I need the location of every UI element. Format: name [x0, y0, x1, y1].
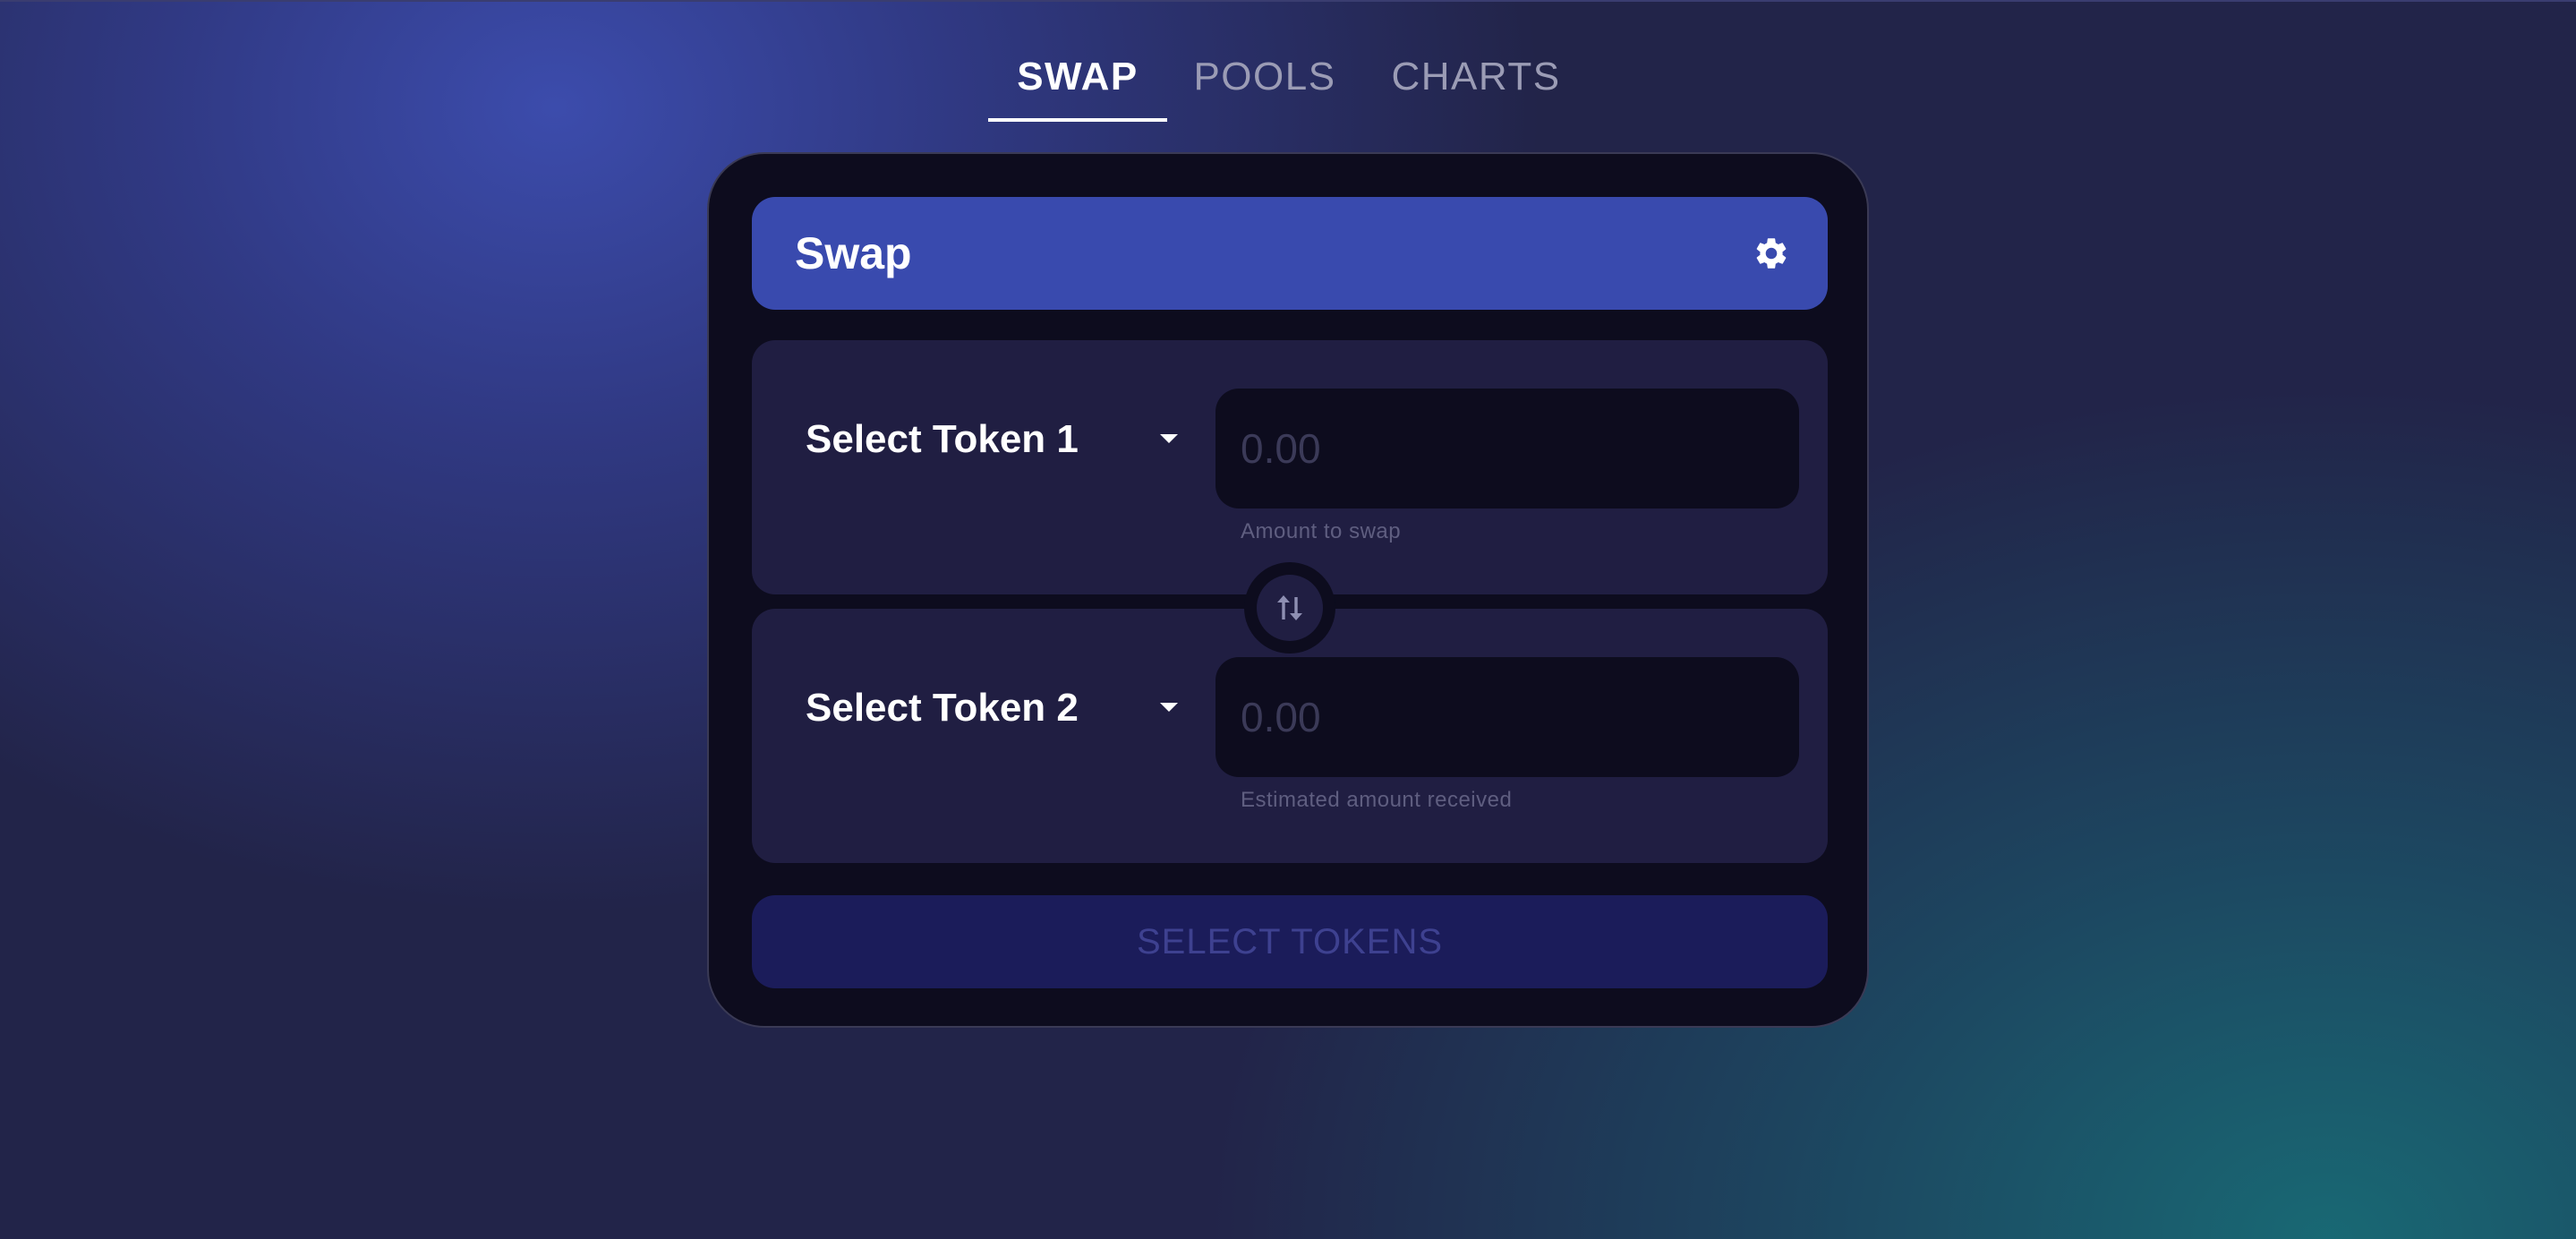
swap-card: Swap Select Token 1 Amount to swap Selec… [707, 152, 1869, 1028]
swap-card-title: Swap [795, 228, 912, 278]
token-2-label: Select Token 2 [806, 686, 1079, 730]
main-tabs: SWAP POOLS CHARTS [0, 45, 2576, 124]
swap-vertical-arrows-icon [1257, 575, 1323, 641]
tab-swap[interactable]: SWAP [988, 45, 1167, 122]
from-token-panel: Select Token 1 Amount to swap [752, 340, 1828, 594]
token-2-select[interactable]: Select Token 2 [806, 659, 1190, 757]
estimated-amount-helper: Estimated amount received [1241, 788, 1513, 812]
tab-pools[interactable]: POOLS [1181, 45, 1348, 122]
amount-to-swap-input[interactable] [1215, 389, 1799, 508]
amount-to-swap-helper: Amount to swap [1241, 519, 1402, 543]
select-tokens-button[interactable]: SELECT TOKENS [752, 895, 1828, 988]
gear-icon[interactable] [1753, 235, 1790, 272]
token-1-select[interactable]: Select Token 1 [806, 390, 1190, 489]
chevron-down-icon [1160, 434, 1178, 443]
tab-charts[interactable]: CHARTS [1377, 45, 1575, 122]
estimated-amount-input[interactable] [1215, 657, 1799, 777]
top-border [0, 0, 2576, 2]
chevron-down-icon [1160, 703, 1178, 712]
token-1-label: Select Token 1 [806, 417, 1079, 461]
swap-card-header: Swap [752, 197, 1828, 310]
swap-direction-button[interactable] [1244, 562, 1335, 654]
